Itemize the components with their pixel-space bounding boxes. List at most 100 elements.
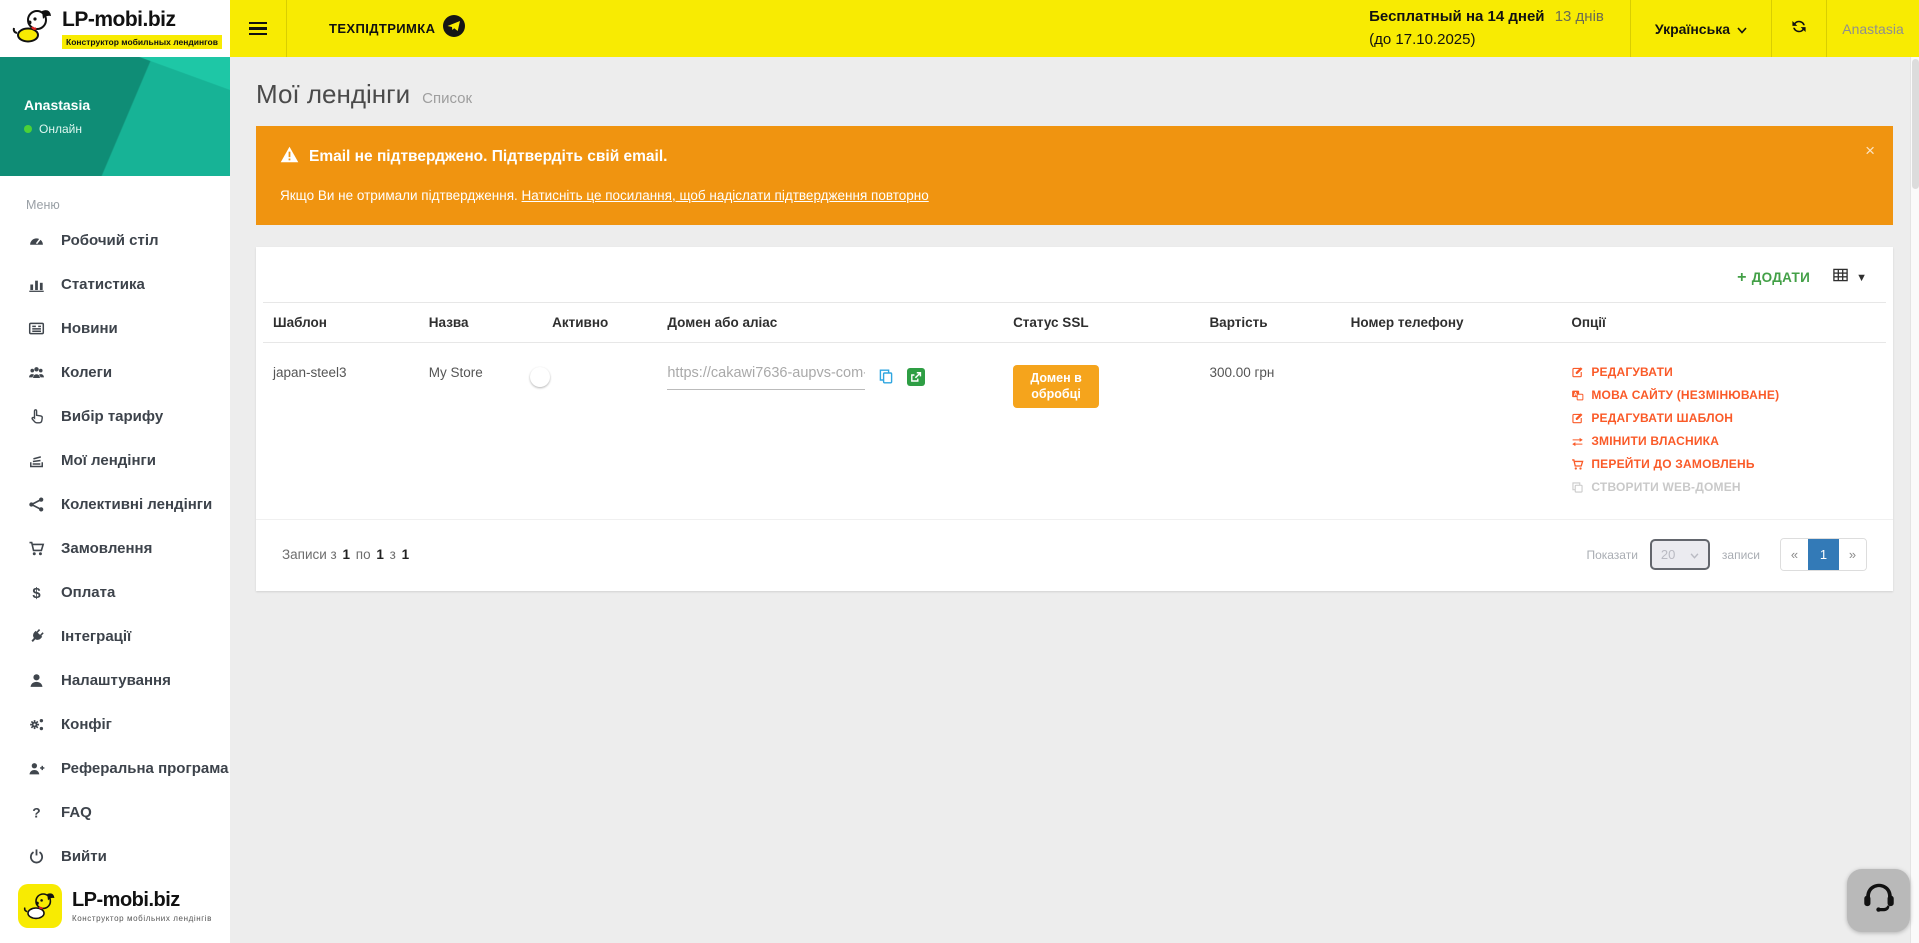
sidebar-item-collective-landings[interactable]: Колективні лендінги [0, 482, 230, 526]
columns-dropdown-button[interactable]: ▼ [1832, 267, 1867, 288]
sidebar-user-panel: Anastasia Онлайн [0, 57, 230, 176]
col-options: Опції [1561, 303, 1886, 343]
sidebar-item-faq[interactable]: ? FAQ [0, 790, 230, 834]
warning-icon [280, 146, 299, 168]
sidebar-item-dashboard[interactable]: Робочий стіл [0, 218, 230, 262]
page-title: Мої лендінги [256, 79, 410, 110]
newspaper-icon [27, 319, 46, 338]
user-icon [27, 671, 46, 690]
sidebar: Anastasia Онлайн Меню Робочий стіл [0, 57, 230, 943]
table-header-row: Шаблон Назва Активно Домен або аліас Ста… [263, 303, 1886, 343]
sidebar-item-my-landings[interactable]: Мої лендінги [0, 438, 230, 482]
cell-name: My Store [419, 343, 542, 520]
landings-card: + ДОДАТИ ▼ [256, 247, 1893, 591]
sidebar-item-statistics[interactable]: Статистика [0, 262, 230, 306]
question-icon: ? [27, 803, 46, 822]
table-footer: Записи з 1 по 1 з 1 Показати 20 записи [256, 519, 1893, 591]
landings-table: Шаблон Назва Активно Домен або аліас Ста… [263, 302, 1886, 519]
close-icon[interactable]: × [1865, 142, 1875, 159]
logo-subtitle: Конструктор мобильных лендингов [62, 35, 222, 49]
refresh-icon [1790, 18, 1808, 40]
footer-logo-subtitle: Конструктор мобільних лендінгів [72, 914, 212, 923]
sidebar-item-tariff[interactable]: Вибір тарифу [0, 394, 230, 438]
language-icon: A [1571, 389, 1585, 402]
sidebar-footer-logo[interactable]: LP-mobi.biz Конструктор мобільних лендін… [0, 875, 230, 937]
pager-prev-button[interactable]: « [1781, 539, 1808, 570]
scrollbar[interactable] [1910, 57, 1919, 943]
trial-days-left: 13 днів [1555, 8, 1604, 25]
clone-icon [1571, 481, 1585, 494]
tech-support-link[interactable]: ТЕХПІДТРИМКА [287, 15, 495, 42]
trial-info: Бесплатный на 14 дней 13 днів (до 17.10.… [1369, 6, 1630, 51]
telegram-icon[interactable] [443, 15, 465, 42]
chevron-down-icon [1690, 547, 1699, 562]
ssl-status-badge: Домен в обробці [1013, 365, 1099, 408]
dashboard-icon [27, 231, 46, 250]
resend-confirmation-link[interactable]: Натисніть це посилання, щоб надіслати пі… [522, 188, 929, 203]
alert-message: Якщо Ви не отримали підтвердження. [280, 188, 522, 203]
headset-icon [1860, 879, 1898, 922]
sidebar-toggle-button[interactable] [230, 0, 286, 57]
option-change-owner[interactable]: ЗМІНИТИ ВЛАСНИКА [1571, 434, 1876, 448]
edit-icon [1571, 412, 1585, 425]
sidebar-item-settings[interactable]: Налаштування [0, 658, 230, 702]
language-selector[interactable]: Українська [1631, 0, 1771, 57]
app-root: LP-mobi.biz Конструктор мобильных лендин… [0, 0, 1919, 943]
col-template: Шаблон [263, 303, 419, 343]
exchange-icon [1571, 435, 1585, 448]
cart-icon [1571, 458, 1585, 471]
sidebar-item-config[interactable]: Конфіг [0, 702, 230, 746]
sidebar-item-payment[interactable]: $ Оплата [0, 570, 230, 614]
cell-phone [1341, 343, 1562, 520]
option-edit-template[interactable]: РЕДАГУВАТИ ШАБЛОН [1571, 411, 1876, 425]
power-icon [27, 847, 46, 866]
copy-icon[interactable] [878, 368, 894, 385]
support-chat-button[interactable] [1847, 869, 1910, 932]
alert-title: Email не підтверджено. Підтвердіть свій … [309, 148, 667, 166]
cell-ssl-status: Домен в обробці [1003, 343, 1199, 520]
cell-domain: https://cakawi7636-aupvs-com-42 [657, 343, 1003, 520]
domain-input[interactable]: https://cakawi7636-aupvs-com-42 [667, 365, 865, 390]
sidebar-item-news[interactable]: Новини [0, 306, 230, 350]
records-info: Записи з 1 по 1 з 1 [282, 547, 411, 562]
language-label: Українська [1655, 21, 1730, 37]
col-ssl-status: Статус SSL [1003, 303, 1199, 343]
cell-template: japan-steel3 [263, 343, 419, 520]
dollar-icon: $ [27, 583, 46, 602]
stack-icon [27, 451, 46, 470]
cell-price: 300.00 грн [1199, 343, 1340, 520]
sidebar-item-colleagues[interactable]: Колеги [0, 350, 230, 394]
pager-next-button[interactable]: » [1839, 539, 1866, 570]
share-icon [27, 495, 46, 514]
sidebar-item-logout[interactable]: Вийти [0, 834, 230, 878]
option-create-web-domain: СТВОРИТИ WEB-ДОМЕН [1571, 480, 1876, 494]
brand-logo[interactable]: LP-mobi.biz Конструктор мобильных лендин… [0, 0, 230, 57]
svg-text:?: ? [32, 804, 40, 820]
page-size-select[interactable]: 20 [1650, 539, 1710, 570]
trial-until: (до 17.10.2025) [1369, 29, 1604, 52]
cell-options: РЕДАГУВАТИ A МОВА САЙТУ (НЕЗМІНЮВАНЕ) РЕ… [1561, 343, 1886, 520]
col-phone: Номер телефону [1341, 303, 1562, 343]
trial-plan: Бесплатный на 14 дней [1369, 8, 1544, 25]
pager-page-1[interactable]: 1 [1808, 539, 1839, 570]
sidebar-item-integrations[interactable]: Інтеграції [0, 614, 230, 658]
users-icon [27, 363, 46, 382]
sidebar-item-orders[interactable]: Замовлення [0, 526, 230, 570]
option-edit[interactable]: РЕДАГУВАТИ [1571, 365, 1876, 379]
online-status-dot [24, 125, 32, 133]
hand-pointer-icon [27, 407, 46, 426]
refresh-button[interactable] [1772, 0, 1826, 57]
header-username[interactable]: Anastasia [1827, 0, 1919, 57]
cart-icon [27, 539, 46, 558]
dog-mascot-icon [18, 884, 62, 928]
main-content: Мої лендінги Список Email не підтверджен… [230, 57, 1919, 943]
top-yellow-bar: ТЕХПІДТРИМКА Бесплатный на 14 дней 13 дн… [230, 0, 1919, 57]
gears-icon [27, 715, 46, 734]
open-site-icon[interactable] [907, 368, 925, 386]
sidebar-item-referral[interactable]: Реферальна програма [0, 746, 230, 790]
option-site-language[interactable]: A МОВА САЙТУ (НЕЗМІНЮВАНЕ) [1571, 388, 1876, 402]
hamburger-icon [249, 19, 267, 39]
plug-icon [27, 627, 46, 646]
option-go-to-orders[interactable]: ПЕРЕЙТИ ДО ЗАМОВЛЕНЬ [1571, 457, 1876, 471]
add-landing-button[interactable]: + ДОДАТИ [1737, 269, 1810, 287]
